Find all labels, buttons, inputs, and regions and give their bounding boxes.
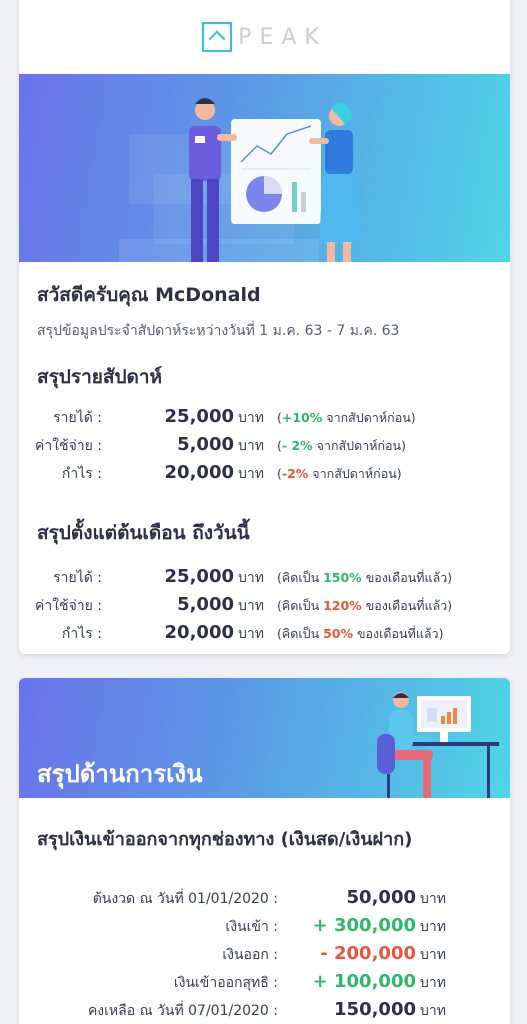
row-unit: บาท [238, 438, 264, 454]
monthly-row-expense: ค่าใช้จ่าย : 5,000 บาท (คิดเป็น 120% ของ… [19, 594, 510, 622]
row-label: เงินเข้า : [225, 919, 278, 935]
row-unit: บาท [420, 891, 446, 907]
weekly-summary-card: PEAK สวัสดีครับคุณ McDonald สรุปข้อมูลปร… [19, 0, 510, 654]
row-unit: บาท [238, 626, 264, 642]
greeting-block: สวัสดีครับคุณ McDonald สรุปข้อมูลประจำสั… [19, 262, 510, 342]
row-unit: บาท [238, 410, 264, 426]
greeting-subtitle: สรุปข้อมูลประจำสัปดาห์ระหว่างวันที่ 1 ม.… [37, 323, 400, 339]
row-value: 50,000 [346, 887, 416, 908]
cash-row-opening: ต้นงวด ณ วันที่ 01/01/2020 : 50,000 บาท [19, 887, 510, 915]
peak-logo: PEAK [202, 22, 327, 52]
monthly-row-income: รายได้ : 25,000 บาท (คิดเป็น 150% ของเดื… [19, 566, 510, 594]
row-unit: บาท [420, 1003, 446, 1019]
row-unit: บาท [238, 466, 264, 482]
greeting-title: สวัสดีครับคุณ McDonald [37, 284, 261, 306]
row-value: 20,000 [164, 462, 234, 483]
row-value: 150,000 [334, 999, 416, 1020]
weekly-row-expense: ค่าใช้จ่าย : 5,000 บาท (- 2% จากสัปดาห์ก… [19, 434, 510, 462]
row-value: 5,000 [177, 434, 234, 455]
row-unit: บาท [238, 598, 264, 614]
row-value: 20,000 [164, 622, 234, 643]
row-value: 5,000 [177, 594, 234, 615]
row-unit: บาท [420, 947, 446, 963]
row-unit: บาท [238, 570, 264, 586]
weekly-rows: รายได้ : 25,000 บาท (+10% จากสัปดาห์ก่อน… [19, 406, 510, 490]
cash-row-closing: คงเหลือ ณ วันที่ 07/01/2020 : 150,000 บา… [19, 999, 510, 1024]
row-label: รายได้ : [53, 410, 102, 426]
row-label: ค่าใช้จ่าย : [35, 598, 102, 614]
row-value: - 200,000 [320, 943, 416, 964]
row-label: เงินเข้าออกสุทธิ : [173, 975, 278, 991]
cash-row-outflow: เงินออก : - 200,000 บาท [19, 943, 510, 971]
presentation-illustration [119, 98, 363, 262]
row-note: (- 2% จากสัปดาห์ก่อน) [277, 438, 406, 453]
row-note: (+10% จากสัปดาห์ก่อน) [277, 410, 416, 425]
row-value: + 100,000 [312, 971, 416, 992]
weekly-row-profit: กำไร : 20,000 บาท (-2% จากสัปดาห์ก่อน) [19, 462, 510, 490]
row-note: (-2% จากสัปดาห์ก่อน) [277, 466, 402, 481]
row-label: เงินออก : [222, 947, 278, 963]
cash-row-inflow: เงินเข้า : + 300,000 บาท [19, 915, 510, 943]
row-value: 25,000 [164, 566, 234, 587]
header: PEAK [19, 0, 510, 74]
row-label: คงเหลือ ณ วันที่ 07/01/2020 : [87, 1003, 278, 1019]
monthly-section: สรุปตั้งแต่ต้นเดือน ถึงวันนี้ รายได้ : 2… [19, 518, 510, 650]
logo-text: PEAK [238, 24, 327, 50]
weekly-title: สรุปรายสัปดาห์ [37, 366, 163, 388]
row-label: กำไร : [61, 626, 102, 642]
row-label: ต้นงวด ณ วันที่ 01/01/2020 : [92, 891, 278, 907]
monthly-row-profit: กำไร : 20,000 บาท (คิดเป็น 50% ของเดือนท… [19, 622, 510, 650]
row-value: + 300,000 [312, 915, 416, 936]
row-label: กำไร : [61, 466, 102, 482]
row-note: (คิดเป็น 120% ของเดือนที่แล้ว) [277, 598, 453, 613]
monthly-rows: รายได้ : 25,000 บาท (คิดเป็น 150% ของเดื… [19, 566, 510, 650]
cash-flow-title: สรุปเงินเข้าออกจากทุกช่องทาง (เงินสด/เงิ… [37, 829, 413, 850]
row-label: ค่าใช้จ่าย : [35, 438, 102, 454]
peak-logo-icon [202, 22, 233, 52]
row-note: (คิดเป็น 150% ของเดือนที่แล้ว) [277, 570, 453, 585]
row-unit: บาท [420, 975, 446, 991]
finance-banner: สรุปด้านการเงิน [19, 678, 510, 798]
presentation-banner [19, 74, 510, 262]
row-value: 25,000 [164, 406, 234, 427]
row-note: (คิดเป็น 50% ของเดือนที่แล้ว) [277, 626, 444, 641]
finance-banner-title: สรุปด้านการเงิน [37, 760, 203, 788]
weekly-row-income: รายได้ : 25,000 บาท (+10% จากสัปดาห์ก่อน… [19, 406, 510, 434]
finance-summary-card: สรุปด้านการเงิน สรุปเงินเข้าออกจากทุกช่อ… [19, 678, 510, 1024]
row-label: รายได้ : [53, 570, 102, 586]
weekly-section: สรุปรายสัปดาห์ รายได้ : 25,000 บาท (+10%… [19, 362, 510, 490]
cash-row-net: เงินเข้าออกสุทธิ : + 100,000 บาท [19, 971, 510, 999]
row-unit: บาท [420, 919, 446, 935]
monthly-title: สรุปตั้งแต่ต้นเดือน ถึงวันนี้ [37, 522, 250, 544]
cash-flow-rows: ต้นงวด ณ วันที่ 01/01/2020 : 50,000 บาท … [19, 887, 510, 1024]
